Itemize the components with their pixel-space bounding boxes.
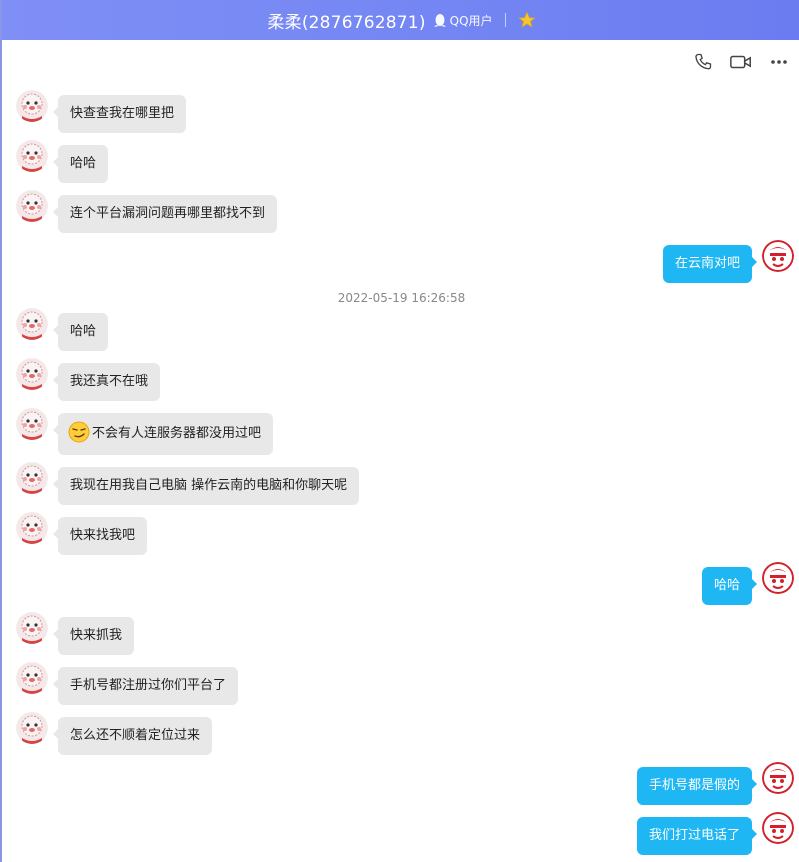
message-row: 哈哈 [701, 562, 794, 605]
message-bubble[interactable]: 快来抓我 [52, 617, 135, 655]
penguin-icon [433, 14, 446, 27]
contact-avatar[interactable] [16, 140, 48, 172]
phone-icon[interactable] [691, 50, 715, 74]
message-row: 怎么还不顺着定位过来 [16, 712, 213, 755]
my-avatar[interactable] [762, 562, 794, 594]
message-row: 我们打过电话了 [636, 812, 794, 855]
contact-avatar[interactable] [16, 308, 48, 340]
message-bubble[interactable]: 快查查我在哪里把 [52, 95, 187, 133]
message-bubble[interactable]: 哈哈 [52, 145, 109, 183]
qq-user-badge: QQ用户 [433, 12, 493, 29]
user-type-label: QQ用户 [449, 13, 493, 28]
my-avatar[interactable] [762, 762, 794, 794]
chat-toolbar [691, 50, 791, 74]
message-row: 手机号都注册过你们平台了 [16, 662, 239, 705]
message-row: 快来找我吧 [16, 512, 148, 555]
contact-avatar[interactable] [16, 512, 48, 544]
message-bubble[interactable]: 我现在用我自己电脑 操作云南的电脑和你聊天呢 [52, 467, 360, 505]
contact-avatar[interactable] [16, 408, 48, 440]
message-row: 连个平台漏洞问题再哪里都找不到 [16, 190, 278, 233]
contact-avatar[interactable] [16, 462, 48, 494]
contact-avatar[interactable] [16, 712, 48, 744]
message-text: 不会有人连服务器都没用过吧 [92, 426, 262, 441]
star-icon[interactable] [518, 11, 536, 29]
message-bubble[interactable]: 不会有人连服务器都没用过吧 [52, 413, 274, 455]
message-bubble[interactable]: 手机号都注册过你们平台了 [52, 667, 239, 705]
more-icon[interactable] [767, 50, 791, 74]
my-avatar[interactable] [762, 812, 794, 844]
smirk-emoji-icon [68, 421, 90, 443]
message-row: 在云南对吧 [662, 240, 794, 283]
contact-name[interactable]: 柔柔(2876762871) [267, 8, 425, 33]
message-row: 哈哈 [16, 140, 109, 183]
contact-avatar[interactable] [16, 662, 48, 694]
message-timestamp: 2022-05-19 16:26:58 [337, 291, 466, 305]
message-row: 我还真不在哦 [16, 358, 161, 401]
message-row: 哈哈 [16, 308, 109, 351]
my-avatar[interactable] [762, 240, 794, 272]
contact-avatar[interactable] [16, 358, 48, 390]
divider [504, 13, 506, 27]
message-row: 快来抓我 [16, 612, 135, 655]
message-bubble[interactable]: 在云南对吧 [662, 245, 758, 283]
message-row: 快查查我在哪里把 [16, 90, 187, 133]
message-bubble[interactable]: 连个平台漏洞问题再哪里都找不到 [52, 195, 278, 233]
message-bubble[interactable]: 怎么还不顺着定位过来 [52, 717, 213, 755]
message-row: 手机号都是假的 [636, 762, 794, 805]
message-bubble[interactable]: 我们打过电话了 [636, 817, 758, 855]
video-camera-icon[interactable] [729, 50, 753, 74]
contact-avatar[interactable] [16, 190, 48, 222]
chat-window: 柔柔(2876762871) QQ用户 快查查我在哪里把 哈哈 连个平台漏洞问题… [0, 0, 799, 862]
message-bubble[interactable]: 快来找我吧 [52, 517, 148, 555]
contact-avatar[interactable] [16, 90, 48, 122]
message-bubble[interactable]: 哈哈 [701, 567, 758, 605]
contact-avatar[interactable] [16, 612, 48, 644]
message-bubble[interactable]: 手机号都是假的 [636, 767, 758, 805]
message-row: 我现在用我自己电脑 操作云南的电脑和你聊天呢 [16, 462, 360, 505]
message-bubble[interactable]: 我还真不在哦 [52, 363, 161, 401]
message-bubble[interactable]: 哈哈 [52, 313, 109, 351]
title-bar: 柔柔(2876762871) QQ用户 [2, 0, 799, 40]
message-row: 不会有人连服务器都没用过吧 [16, 408, 274, 455]
